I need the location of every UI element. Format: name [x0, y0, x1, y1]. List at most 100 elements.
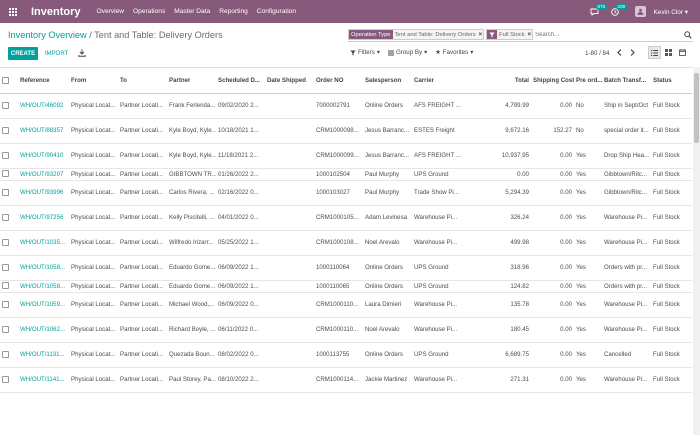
col-reference[interactable]: Reference — [18, 68, 69, 94]
col-partner[interactable]: Partner — [167, 68, 216, 94]
table-row[interactable]: WH/OUT/1058... Physical Locat... Partner L… — [0, 280, 692, 293]
cell-reference[interactable]: WH/OUT/1062... — [18, 317, 69, 343]
row-checkbox[interactable] — [0, 143, 18, 169]
row-checkbox[interactable] — [0, 292, 18, 318]
user-menu[interactable]: Kevin Clor ▾ — [654, 8, 688, 16]
col-order-no[interactable]: Order NO — [314, 68, 363, 94]
app-brand[interactable]: Inventory — [31, 6, 81, 18]
table-row[interactable]: WH/OUT/93996 Physical Locat... Partner Loc… — [0, 180, 692, 206]
activity-clock-icon[interactable]: 339 — [609, 3, 628, 17]
filters-dropdown[interactable]: Filters ▾ — [350, 49, 380, 56]
close-icon[interactable]: × — [477, 30, 484, 39]
lightbulb-icon[interactable] — [690, 342, 692, 368]
lightbulb-icon[interactable] — [690, 180, 692, 206]
cell-to: Partner Locati... — [118, 118, 167, 144]
lightbulb-icon[interactable] — [690, 205, 692, 231]
table-row[interactable]: WH/OUT/93207 Physical Locat... Partner Loc… — [0, 168, 692, 181]
cell-reference[interactable]: WH/OUT/88357 — [18, 118, 69, 144]
lightbulb-icon[interactable] — [690, 292, 692, 318]
lightbulb-icon[interactable] — [690, 367, 692, 393]
col-total[interactable]: Total — [482, 68, 531, 94]
cell-reference[interactable]: WH/OUT/93996 — [18, 180, 69, 206]
col-status[interactable]: Status — [651, 68, 690, 94]
col-from[interactable]: From — [69, 68, 118, 94]
caret-down-icon: ▾ — [684, 8, 688, 16]
row-checkbox[interactable] — [0, 280, 18, 293]
row-checkbox[interactable] — [0, 230, 18, 256]
facet-values: Tent and Table: Delivery Orders — [392, 30, 478, 39]
row-checkbox[interactable] — [0, 342, 18, 368]
chevron-left-icon[interactable] — [617, 49, 622, 58]
close-icon[interactable]: × — [526, 30, 533, 39]
lightbulb-icon[interactable] — [690, 93, 692, 119]
col-date-shipped[interactable]: Date Shipped — [265, 68, 314, 94]
table-row[interactable]: WH/OUT/46092 Physical Locat... Partner Loc… — [0, 93, 692, 119]
cell-reference[interactable]: WH/OUT/1141... — [18, 367, 69, 393]
col-carrier[interactable]: Carrier — [412, 68, 482, 94]
kanban-view-icon[interactable] — [662, 46, 675, 59]
row-checkbox[interactable] — [0, 180, 18, 206]
apps-menu-icon[interactable] — [3, 0, 23, 23]
search-icon[interactable] — [683, 30, 693, 40]
select-all-checkbox[interactable] — [0, 68, 18, 94]
search-input[interactable] — [535, 29, 683, 40]
table-row[interactable]: WH/OUT/1062... Physical Locat... Partner L… — [0, 317, 692, 343]
cell-reference[interactable]: WH/OUT/93207 — [18, 168, 69, 181]
calendar-view-icon[interactable] — [676, 46, 689, 59]
favorites-dropdown[interactable]: ★ Favorites ▾ — [435, 49, 473, 56]
row-checkbox[interactable] — [0, 367, 18, 393]
table-row[interactable]: WH/OUT/1058... Physical Locat... Partner L… — [0, 255, 692, 281]
col-pre-order[interactable]: Pre ord... — [574, 68, 602, 94]
row-checkbox[interactable] — [0, 118, 18, 144]
lightbulb-icon[interactable] — [690, 317, 692, 343]
cell-reference[interactable]: WH/OUT/46092 — [18, 93, 69, 119]
group-by-dropdown[interactable]: Group By ▾ — [387, 49, 427, 56]
breadcrumb-parent[interactable]: Inventory Overview — [8, 30, 87, 40]
table-row[interactable]: WH/OUT/90410 Physical Locat... Partner Loc… — [0, 143, 692, 169]
table-row[interactable]: WH/OUT/1059... Physical Locat... Partner L… — [0, 292, 692, 318]
menu-master-data[interactable]: Master Data — [174, 8, 210, 15]
col-scheduled-date[interactable]: Scheduled D... — [216, 68, 265, 94]
cell-reference[interactable]: WH/OUT/1058... — [18, 255, 69, 281]
table-row[interactable]: WH/OUT/1141... Physical Locat... Partner L… — [0, 367, 692, 393]
row-checkbox[interactable] — [0, 317, 18, 343]
list-view-icon[interactable] — [648, 46, 661, 59]
avatar[interactable] — [634, 6, 646, 17]
import-button[interactable]: IMPORT — [45, 47, 68, 60]
scrollbar-thumb[interactable] — [694, 73, 699, 143]
col-salesperson[interactable]: Salesperson — [363, 68, 412, 94]
row-checkbox[interactable] — [0, 255, 18, 281]
lightbulb-icon[interactable] — [690, 118, 692, 144]
menu-configuration[interactable]: Configuration — [257, 8, 296, 15]
menu-reporting[interactable]: Reporting — [219, 8, 248, 15]
cell-reference[interactable]: WH/OUT/1059... — [18, 292, 69, 318]
optional-columns-toggle[interactable]: ⋮ — [690, 68, 692, 94]
table-row[interactable]: WH/OUT/88357 Physical Locat... Partner Loc… — [0, 118, 692, 144]
cell-reference[interactable]: WH/OUT/90410 — [18, 143, 69, 169]
col-shipping-cost[interactable]: Shipping Cost — [531, 68, 574, 94]
row-checkbox[interactable] — [0, 93, 18, 119]
chat-icon[interactable]: 676 — [589, 3, 608, 17]
download-icon[interactable] — [78, 49, 86, 57]
create-button[interactable]: CREATE — [8, 47, 38, 60]
row-checkbox[interactable] — [0, 205, 18, 231]
cell-reference[interactable]: WH/OUT/1035... — [18, 230, 69, 256]
scrollbar[interactable] — [693, 67, 700, 435]
menu-operations[interactable]: Operations — [133, 8, 165, 15]
chevron-right-icon[interactable] — [630, 49, 636, 58]
col-batch-transfer[interactable]: Batch Transf... — [602, 68, 651, 94]
cell-reference[interactable]: WH/OUT/1131... — [18, 342, 69, 368]
table-row[interactable]: WH/OUT/97256 Physical Locat... Partner Loc… — [0, 205, 692, 231]
facet-filter[interactable]: Full Stock × — [486, 29, 534, 40]
row-checkbox[interactable] — [0, 168, 18, 181]
pager-value[interactable]: 1-80 / 84 — [585, 50, 609, 57]
facet-operation-type[interactable]: Operation Type Tent and Table: Delivery … — [348, 29, 485, 40]
col-to[interactable]: To — [118, 68, 167, 94]
menu-overview[interactable]: Overview — [97, 8, 124, 15]
cell-reference[interactable]: WH/OUT/97256 — [18, 205, 69, 231]
table-row[interactable]: WH/OUT/1131... Physical Locat... Partner L… — [0, 342, 692, 368]
lightbulb-icon[interactable] — [690, 230, 692, 256]
table-row[interactable]: WH/OUT/1035... Physical Locat... Partner L… — [0, 230, 692, 256]
lightbulb-icon[interactable] — [690, 143, 692, 169]
cell-reference[interactable]: WH/OUT/1058... — [18, 280, 69, 293]
